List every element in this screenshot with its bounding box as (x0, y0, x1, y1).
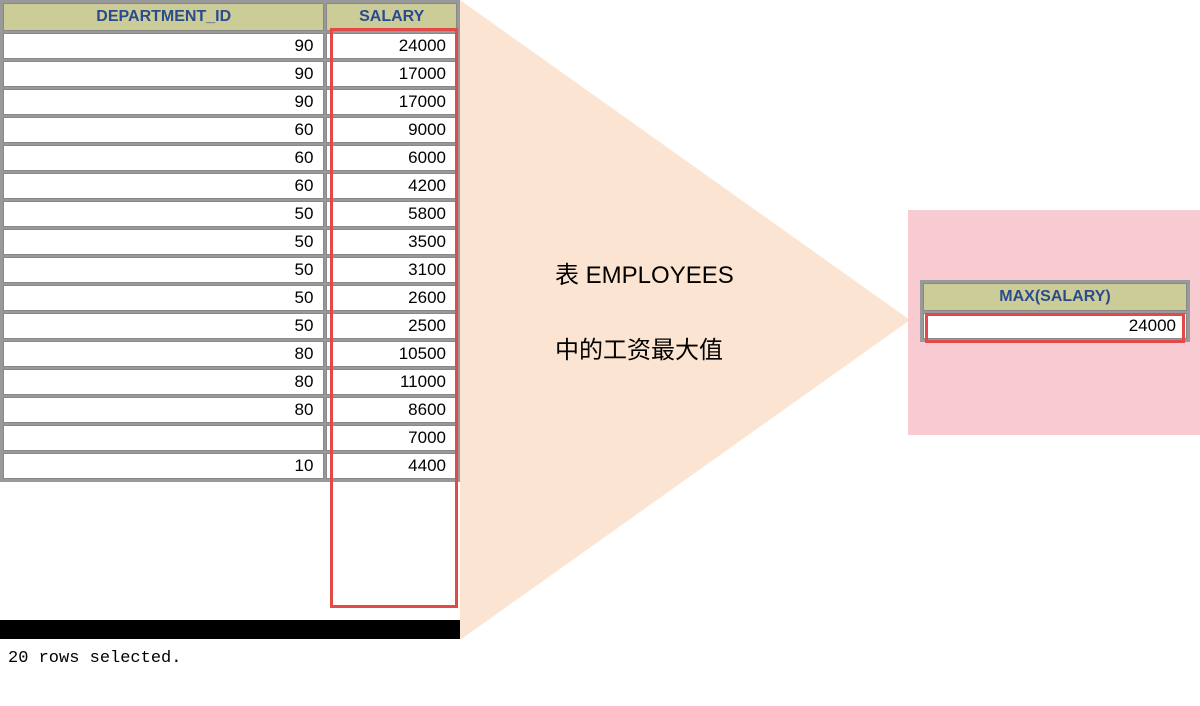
cell-salary: 3500 (326, 229, 457, 255)
table-row: 604200 (3, 173, 457, 199)
table-row: 9017000 (3, 61, 457, 87)
result-value: 24000 (923, 313, 1187, 339)
cell-salary: 4400 (326, 453, 457, 479)
cell-department-id: 60 (3, 173, 324, 199)
table-row: 808600 (3, 397, 457, 423)
cell-department-id: 50 (3, 201, 324, 227)
cell-department-id: 50 (3, 285, 324, 311)
result-table-container: MAX(SALARY) 24000 (920, 280, 1190, 342)
cell-salary: 9000 (326, 117, 457, 143)
cell-salary: 4200 (326, 173, 457, 199)
funnel-shape (460, 0, 910, 640)
cell-salary: 2600 (326, 285, 457, 311)
header-salary: SALARY (326, 3, 457, 31)
table-row: 503500 (3, 229, 457, 255)
cell-salary: 6000 (326, 145, 457, 171)
cell-department-id: 80 (3, 369, 324, 395)
table-row: 9024000 (3, 33, 457, 59)
header-department-id: DEPARTMENT_ID (3, 3, 324, 31)
result-header-row: MAX(SALARY) (923, 283, 1187, 311)
table-row: 8010500 (3, 341, 457, 367)
cell-salary: 10500 (326, 341, 457, 367)
result-row: 24000 (923, 313, 1187, 339)
cell-salary: 17000 (326, 61, 457, 87)
table-row: 8011000 (3, 369, 457, 395)
header-max-salary: MAX(SALARY) (923, 283, 1187, 311)
result-table: MAX(SALARY) 24000 (921, 281, 1189, 341)
cell-salary: 3100 (326, 257, 457, 283)
cell-department-id: 10 (3, 453, 324, 479)
cell-department-id: 90 (3, 89, 324, 115)
annotation-line-2: 中的工资最大值 (555, 330, 723, 365)
cell-salary: 24000 (326, 33, 457, 59)
cell-department-id: 80 (3, 341, 324, 367)
employees-table: DEPARTMENT_ID SALARY 9024000901700090170… (1, 1, 459, 481)
cell-department-id: 90 (3, 33, 324, 59)
cell-department-id: 60 (3, 145, 324, 171)
table-row: 502600 (3, 285, 457, 311)
cell-department-id: 50 (3, 229, 324, 255)
table-row: 505800 (3, 201, 457, 227)
cell-salary: 17000 (326, 89, 457, 115)
table-row: 503100 (3, 257, 457, 283)
cell-salary: 11000 (326, 369, 457, 395)
cell-salary: 2500 (326, 313, 457, 339)
table-header-row: DEPARTMENT_ID SALARY (3, 3, 457, 31)
cell-salary: 5800 (326, 201, 457, 227)
status-bar-divider (0, 620, 460, 638)
status-bar: 20 rows selected. (0, 637, 460, 678)
cell-department-id: 60 (3, 117, 324, 143)
table-row: 502500 (3, 313, 457, 339)
cell-department-id: 50 (3, 257, 324, 283)
table-row: 606000 (3, 145, 457, 171)
cell-department-id: 90 (3, 61, 324, 87)
table-row: 9017000 (3, 89, 457, 115)
status-text: 20 rows selected. (8, 649, 181, 668)
table-row: 609000 (3, 117, 457, 143)
table-row: 104400 (3, 453, 457, 479)
cell-department-id: 80 (3, 397, 324, 423)
cell-salary: 7000 (326, 425, 457, 451)
employees-table-container: DEPARTMENT_ID SALARY 9024000901700090170… (0, 0, 460, 482)
cell-department-id (3, 425, 324, 451)
annotation-line-1: 表 EMPLOYEES (555, 255, 734, 290)
cell-salary: 8600 (326, 397, 457, 423)
table-row: 7000 (3, 425, 457, 451)
cell-department-id: 50 (3, 313, 324, 339)
